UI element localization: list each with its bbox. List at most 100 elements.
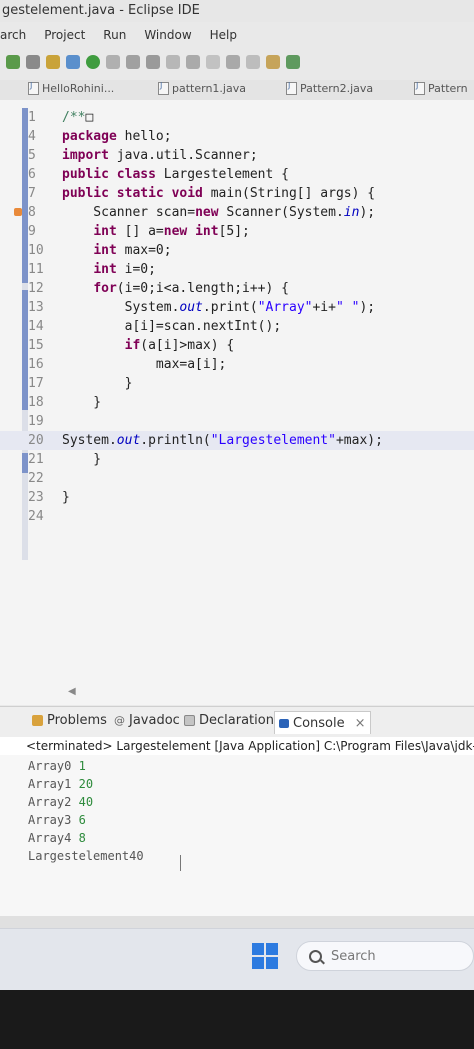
menu-help[interactable]: Help	[210, 24, 237, 46]
close-icon[interactable]: ×	[355, 716, 366, 731]
console-prompt: Array1	[28, 777, 72, 791]
debug-icon[interactable]	[66, 55, 80, 69]
tab-console[interactable]: Console ×	[274, 711, 371, 734]
at-icon: @	[114, 714, 125, 727]
line-number: 16	[28, 357, 44, 372]
back-icon[interactable]	[246, 55, 260, 69]
line-number: 7	[28, 186, 36, 201]
console-line: Array0 1	[28, 757, 86, 775]
warning-marker-icon[interactable]	[14, 208, 22, 216]
code-token: .println(	[140, 433, 211, 448]
line-number: 5	[28, 148, 36, 163]
code-token: +i+	[312, 300, 336, 315]
search-tool-icon[interactable]	[166, 55, 180, 69]
code-token: }	[62, 376, 133, 391]
code-token: □	[85, 110, 94, 125]
code-text: }	[62, 393, 101, 412]
code-line: 14 a[i]=scan.nextInt();	[0, 317, 474, 336]
save-icon[interactable]	[26, 55, 40, 69]
logo-pane	[266, 943, 278, 955]
logo-pane	[252, 957, 264, 969]
code-line: 22	[0, 469, 474, 488]
line-number: 15	[28, 338, 44, 353]
code-text: }	[62, 374, 133, 393]
editor-horizontal-scrollbar[interactable]: ◀	[0, 686, 474, 700]
search-icon	[309, 950, 322, 963]
perspective-icon[interactable]	[286, 55, 300, 69]
console-line: Array2 40	[28, 793, 93, 811]
menu-run[interactable]: Run	[103, 24, 126, 46]
status-strip	[0, 916, 474, 928]
code-line: 13 System.out.print("Array"+i+" ");	[0, 298, 474, 317]
console-prompt: Array2	[28, 795, 72, 809]
code-token: import	[62, 148, 109, 163]
new-icon[interactable]	[6, 55, 20, 69]
text-cursor	[180, 855, 183, 871]
code-text: max=a[i];	[62, 355, 226, 374]
bottom-panel: Problems @ Javadoc Declaration Console ×…	[0, 706, 474, 917]
console-prompt: Largestelement40	[28, 849, 144, 863]
console-input-value: 1	[78, 759, 86, 773]
tab-problems[interactable]: Problems	[32, 713, 107, 728]
code-token: [] a=	[116, 224, 164, 239]
console-input-value: 8	[78, 831, 86, 845]
code-line: 6 public class Largestelement {	[0, 165, 474, 184]
code-line: 7 public static void main(String[] args) …	[0, 184, 474, 203]
menu-bar: arch Project Run Window Help	[0, 24, 474, 46]
code-text: Scanner scan=new Scanner(System.in);	[62, 203, 375, 222]
code-text: }	[62, 450, 101, 469]
code-token: java.util.Scanner;	[108, 148, 258, 163]
code-token: System.	[62, 433, 117, 448]
open-type-icon[interactable]	[146, 55, 160, 69]
code-text: }	[62, 488, 70, 507]
problems-icon	[32, 715, 43, 726]
line-number: 11	[28, 262, 44, 277]
code-line: 8 Scanner scan=new Scanner(System.in);	[0, 203, 474, 222]
code-text: package hello;	[62, 127, 172, 146]
menu-project[interactable]: Project	[44, 24, 85, 46]
tab-javadoc[interactable]: @ Javadoc	[114, 713, 180, 728]
windows-start-icon[interactable]	[252, 943, 278, 969]
line-number: 14	[28, 319, 44, 334]
code-line: 20 System.out.println("Largestelement"+ma…	[0, 431, 474, 450]
line-number: 9	[28, 224, 36, 239]
code-token: i=0;	[116, 262, 156, 277]
menu-search[interactable]: arch	[0, 24, 26, 46]
code-text: int i=0;	[62, 260, 156, 279]
next-annotation-icon[interactable]	[206, 55, 220, 69]
code-token: }	[62, 490, 70, 505]
java-file-icon	[286, 81, 297, 95]
code-editor[interactable]: 1 /**□ 4 package hello; 5 import java.util.Sc…	[0, 100, 474, 705]
console-line: Array1 20	[28, 775, 93, 793]
code-line: 5 import java.util.Scanner;	[0, 146, 474, 165]
code-line: 10 int max=0;	[0, 241, 474, 260]
tab-declaration[interactable]: Declaration	[184, 713, 274, 728]
code-token: int	[93, 243, 117, 258]
tab-hellorohini[interactable]: HelloRohini...	[28, 81, 114, 95]
taskbar-search[interactable]: Search	[296, 941, 474, 971]
external-tools-icon[interactable]	[106, 55, 120, 69]
tab-pattern[interactable]: Pattern	[414, 81, 468, 95]
code-line: 16 max=a[i];	[0, 355, 474, 374]
new-java-class-icon[interactable]	[126, 55, 140, 69]
code-token: main(String[] args) {	[202, 186, 376, 201]
screen: gestelement.java - Eclipse IDE arch Proje…	[0, 0, 474, 990]
console-prompt: Array3	[28, 813, 72, 827]
code-token: (i=0;i<a.length;i++) {	[116, 281, 289, 296]
console-status: <terminated> Largestelement [Java Applic…	[0, 737, 474, 755]
prev-annotation-icon[interactable]	[226, 55, 240, 69]
run-icon[interactable]	[86, 55, 100, 69]
build-icon[interactable]	[46, 55, 60, 69]
tab-pattern1[interactable]: pattern1.java	[158, 81, 246, 95]
code-token: max=0;	[116, 243, 172, 258]
console-output[interactable]: Array0 1 Array1 20 Array2 40 Array3 6 Array4…	[0, 755, 474, 917]
toggle-mark-icon[interactable]	[186, 55, 200, 69]
code-token: (a[i]>max) {	[140, 338, 235, 353]
forward-icon[interactable]	[266, 55, 280, 69]
menu-window[interactable]: Window	[144, 24, 191, 46]
tab-pattern2[interactable]: Pattern2.java	[286, 81, 373, 95]
code-token: public class	[62, 167, 156, 182]
scroll-left-icon[interactable]: ◀	[68, 686, 76, 697]
